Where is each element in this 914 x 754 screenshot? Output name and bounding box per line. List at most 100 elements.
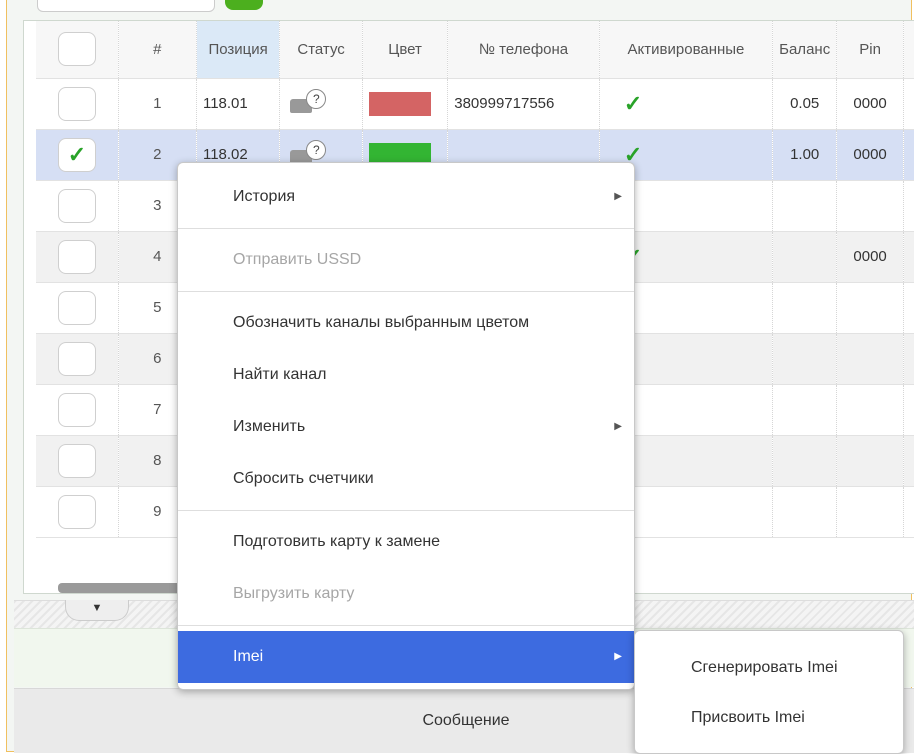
extra-cell <box>903 231 914 283</box>
menu-item[interactable]: Изменить ▶ <box>178 401 634 453</box>
submenu-arrow-icon: ▶ <box>614 191 622 202</box>
column-header[interactable]: № телефона <box>447 21 600 79</box>
balance-cell <box>772 231 838 283</box>
extra-cell <box>903 435 914 487</box>
row-select-cell[interactable] <box>36 282 119 334</box>
menu-item-label: Обозначить каналы выбранным цветом <box>233 314 530 331</box>
menu-item-label: Подготовить карту к замене <box>233 533 441 550</box>
row-select-cell[interactable] <box>36 231 119 283</box>
row-select-cell[interactable]: ✓ <box>36 129 119 181</box>
menu-item-label: Изменить <box>233 418 306 435</box>
menu-item-label: Найти канал <box>233 366 327 383</box>
color-cell <box>362 78 449 130</box>
pin-cell: 0000 <box>836 78 904 130</box>
menu-item[interactable]: Сбросить счетчики <box>178 453 634 505</box>
question-badge: ? <box>306 139 327 160</box>
menu-item[interactable]: Найти канал <box>178 349 634 401</box>
top-action-button[interactable] <box>225 0 263 10</box>
menu-item-label: История <box>233 188 296 205</box>
row-select-cell[interactable] <box>36 384 119 436</box>
column-header[interactable]: # <box>118 21 197 79</box>
menu-item[interactable]: Imei ▶ <box>178 631 634 683</box>
menu-separator <box>178 625 634 626</box>
menu-item[interactable]: Подготовить карту к замене <box>178 516 634 568</box>
pin-cell <box>836 180 904 232</box>
row-checkbox[interactable] <box>57 341 96 376</box>
menu-item[interactable]: Обозначить каналы выбранным цветом <box>178 297 634 349</box>
submenu-item[interactable]: Присвоить Imei <box>635 693 903 743</box>
pin-cell <box>836 333 904 385</box>
color-swatch <box>368 91 431 116</box>
imei-submenu: Сгенерировать Imei Присвоить Imei <box>634 630 904 754</box>
menu-item-label: Выгрузить карту <box>233 585 355 602</box>
row-checkbox[interactable] <box>57 443 96 478</box>
column-header[interactable]: Активированные <box>599 21 774 79</box>
position-cell: 118.01 <box>196 78 281 130</box>
menu-item: Отправить USSD <box>178 234 634 286</box>
submenu-arrow-icon: ▶ <box>614 421 622 432</box>
balance-cell <box>772 435 838 487</box>
submenu-arrow-icon: ▶ <box>614 651 622 662</box>
extra-cell <box>903 180 914 232</box>
balance-cell <box>772 333 838 385</box>
extra-cell <box>903 384 914 436</box>
row-checkbox[interactable] <box>57 239 96 274</box>
pin-cell: 0000 <box>836 231 904 283</box>
extra-cell <box>903 486 914 538</box>
row-checkbox[interactable] <box>57 188 96 223</box>
table-row[interactable]: 1 118.01? 380999717556 ✓ 0.05 0000 <box>36 78 914 130</box>
top-filter-input[interactable] <box>37 0 215 12</box>
status-cell: ? <box>279 78 363 130</box>
phone-cell: 380999717556 <box>447 78 600 130</box>
context-menu: История ▶ Отправить USSD Обозначить каналы … <box>177 162 635 690</box>
extra-cell <box>903 333 914 385</box>
balance-cell: 1.00 <box>772 129 838 181</box>
balance-cell <box>772 384 838 436</box>
row-number: 1 <box>118 78 197 130</box>
menu-separator <box>178 228 634 229</box>
row-select-cell[interactable] <box>36 486 119 538</box>
extra-cell <box>903 78 914 130</box>
menu-separator <box>178 510 634 511</box>
row-checkbox[interactable] <box>57 494 96 529</box>
pin-cell <box>836 486 904 538</box>
question-badge: ? <box>306 88 327 109</box>
header-select-cell[interactable] <box>36 21 119 79</box>
header-row: # Позиция Статус Цвет № телефона Активированн… <box>36 21 914 79</box>
menu-item-label: Сбросить счетчики <box>233 470 374 487</box>
sim-status-icon: ? <box>286 88 327 115</box>
menu-item-label: Imei <box>233 648 264 665</box>
column-header[interactable]: Pin <box>836 21 904 79</box>
balance-cell <box>772 282 838 334</box>
row-checkbox[interactable] <box>57 86 96 121</box>
check-icon: ✓ <box>623 90 643 116</box>
row-checkbox[interactable] <box>57 392 96 427</box>
table-header: # Позиция Статус Цвет № телефона Активированн… <box>36 21 914 79</box>
row-checkbox[interactable] <box>57 290 96 325</box>
row-checkbox[interactable]: ✓ <box>57 137 96 172</box>
row-select-cell[interactable] <box>36 78 119 130</box>
column-header[interactable]: Статус <box>279 21 363 79</box>
pin-cell <box>836 435 904 487</box>
pin-cell: 0000 <box>836 129 904 181</box>
row-select-cell[interactable] <box>36 180 119 232</box>
activated-cell: ✓ <box>599 78 774 130</box>
balance-cell <box>772 180 838 232</box>
menu-item-label: Отправить USSD <box>233 251 362 268</box>
balance-cell: 0.05 <box>772 78 838 130</box>
column-header[interactable]: Баланс <box>772 21 838 79</box>
extra-cell <box>903 282 914 334</box>
column-header[interactable]: Цвет <box>362 21 449 79</box>
menu-separator <box>178 291 634 292</box>
select-all-checkbox[interactable] <box>57 32 96 67</box>
column-header-extra <box>903 21 914 79</box>
row-select-cell[interactable] <box>36 435 119 487</box>
row-select-cell[interactable] <box>36 333 119 385</box>
submenu-item[interactable]: Сгенерировать Imei <box>635 643 903 693</box>
menu-item: Выгрузить карту <box>178 568 634 620</box>
collapse-toggle[interactable]: ▼ <box>65 600 129 621</box>
balance-cell <box>772 486 838 538</box>
pin-cell <box>836 282 904 334</box>
menu-item[interactable]: История ▶ <box>178 171 634 223</box>
column-header[interactable]: Позиция <box>196 21 281 79</box>
